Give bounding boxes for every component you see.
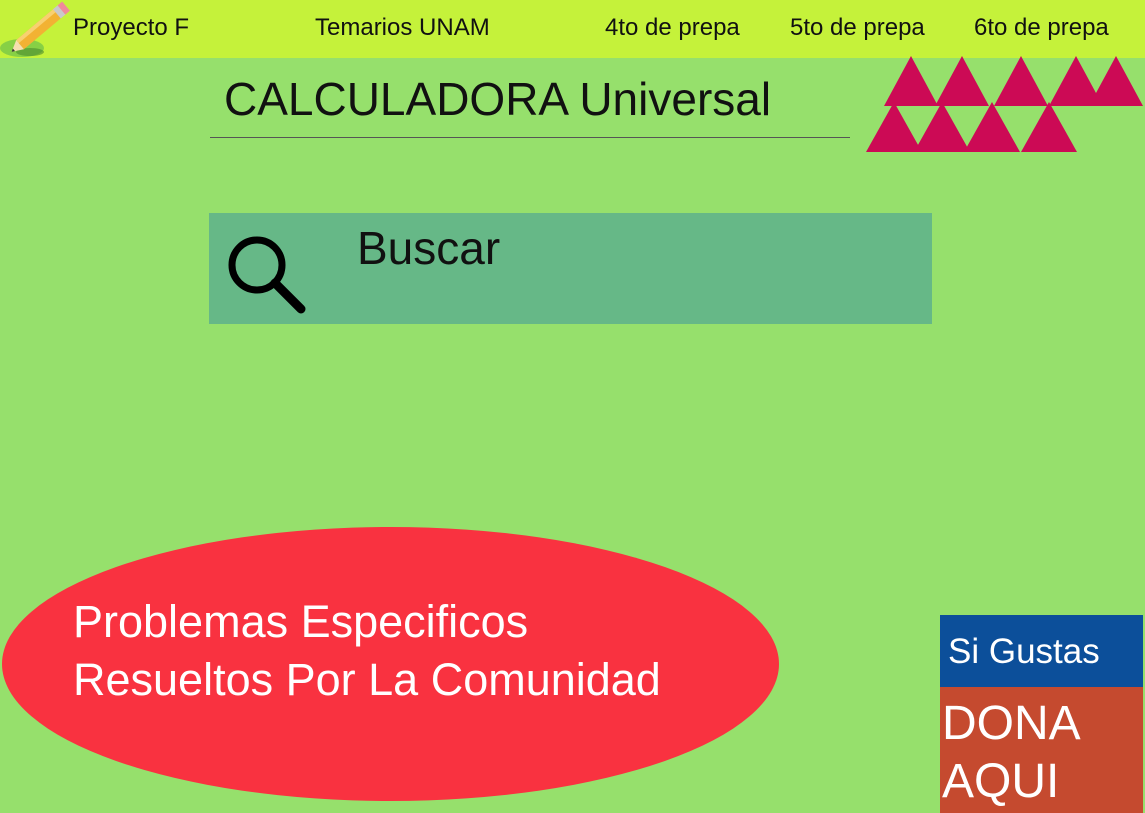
- search-icon[interactable]: [223, 231, 307, 315]
- donate-header-label: Si Gustas: [948, 632, 1100, 671]
- title-underline: [210, 137, 850, 138]
- nav-item-proyecto-f[interactable]: Proyecto F: [73, 16, 189, 40]
- page-title: CALCULADORA Universal: [224, 73, 772, 125]
- donate-button-label: DONA AQUI: [942, 697, 1081, 808]
- community-line-2: Resueltos Por La Comunidad: [73, 654, 661, 705]
- nav-item-6to-prepa[interactable]: 6to de prepa: [974, 16, 1109, 40]
- search-bar[interactable]: Buscar: [209, 213, 932, 324]
- pencil-icon: [0, 1, 70, 57]
- donate-header: Si Gustas: [940, 615, 1143, 687]
- search-label[interactable]: Buscar: [357, 225, 500, 271]
- top-navbar: Proyecto F Temarios UNAM 4to de prepa 5t…: [0, 0, 1145, 58]
- nav-item-4to-prepa[interactable]: 4to de prepa: [605, 16, 740, 40]
- nav-item-temarios-unam[interactable]: Temarios UNAM: [315, 16, 490, 40]
- triangles-icon: [866, 56, 1143, 152]
- community-line-1: Problemas Especificos: [73, 596, 529, 647]
- nav-item-5to-prepa[interactable]: 5to de prepa: [790, 16, 925, 40]
- donate-button[interactable]: DONA AQUI: [940, 687, 1143, 813]
- community-problems-button[interactable]: Problemas Especificos Resueltos Por La C…: [2, 527, 779, 801]
